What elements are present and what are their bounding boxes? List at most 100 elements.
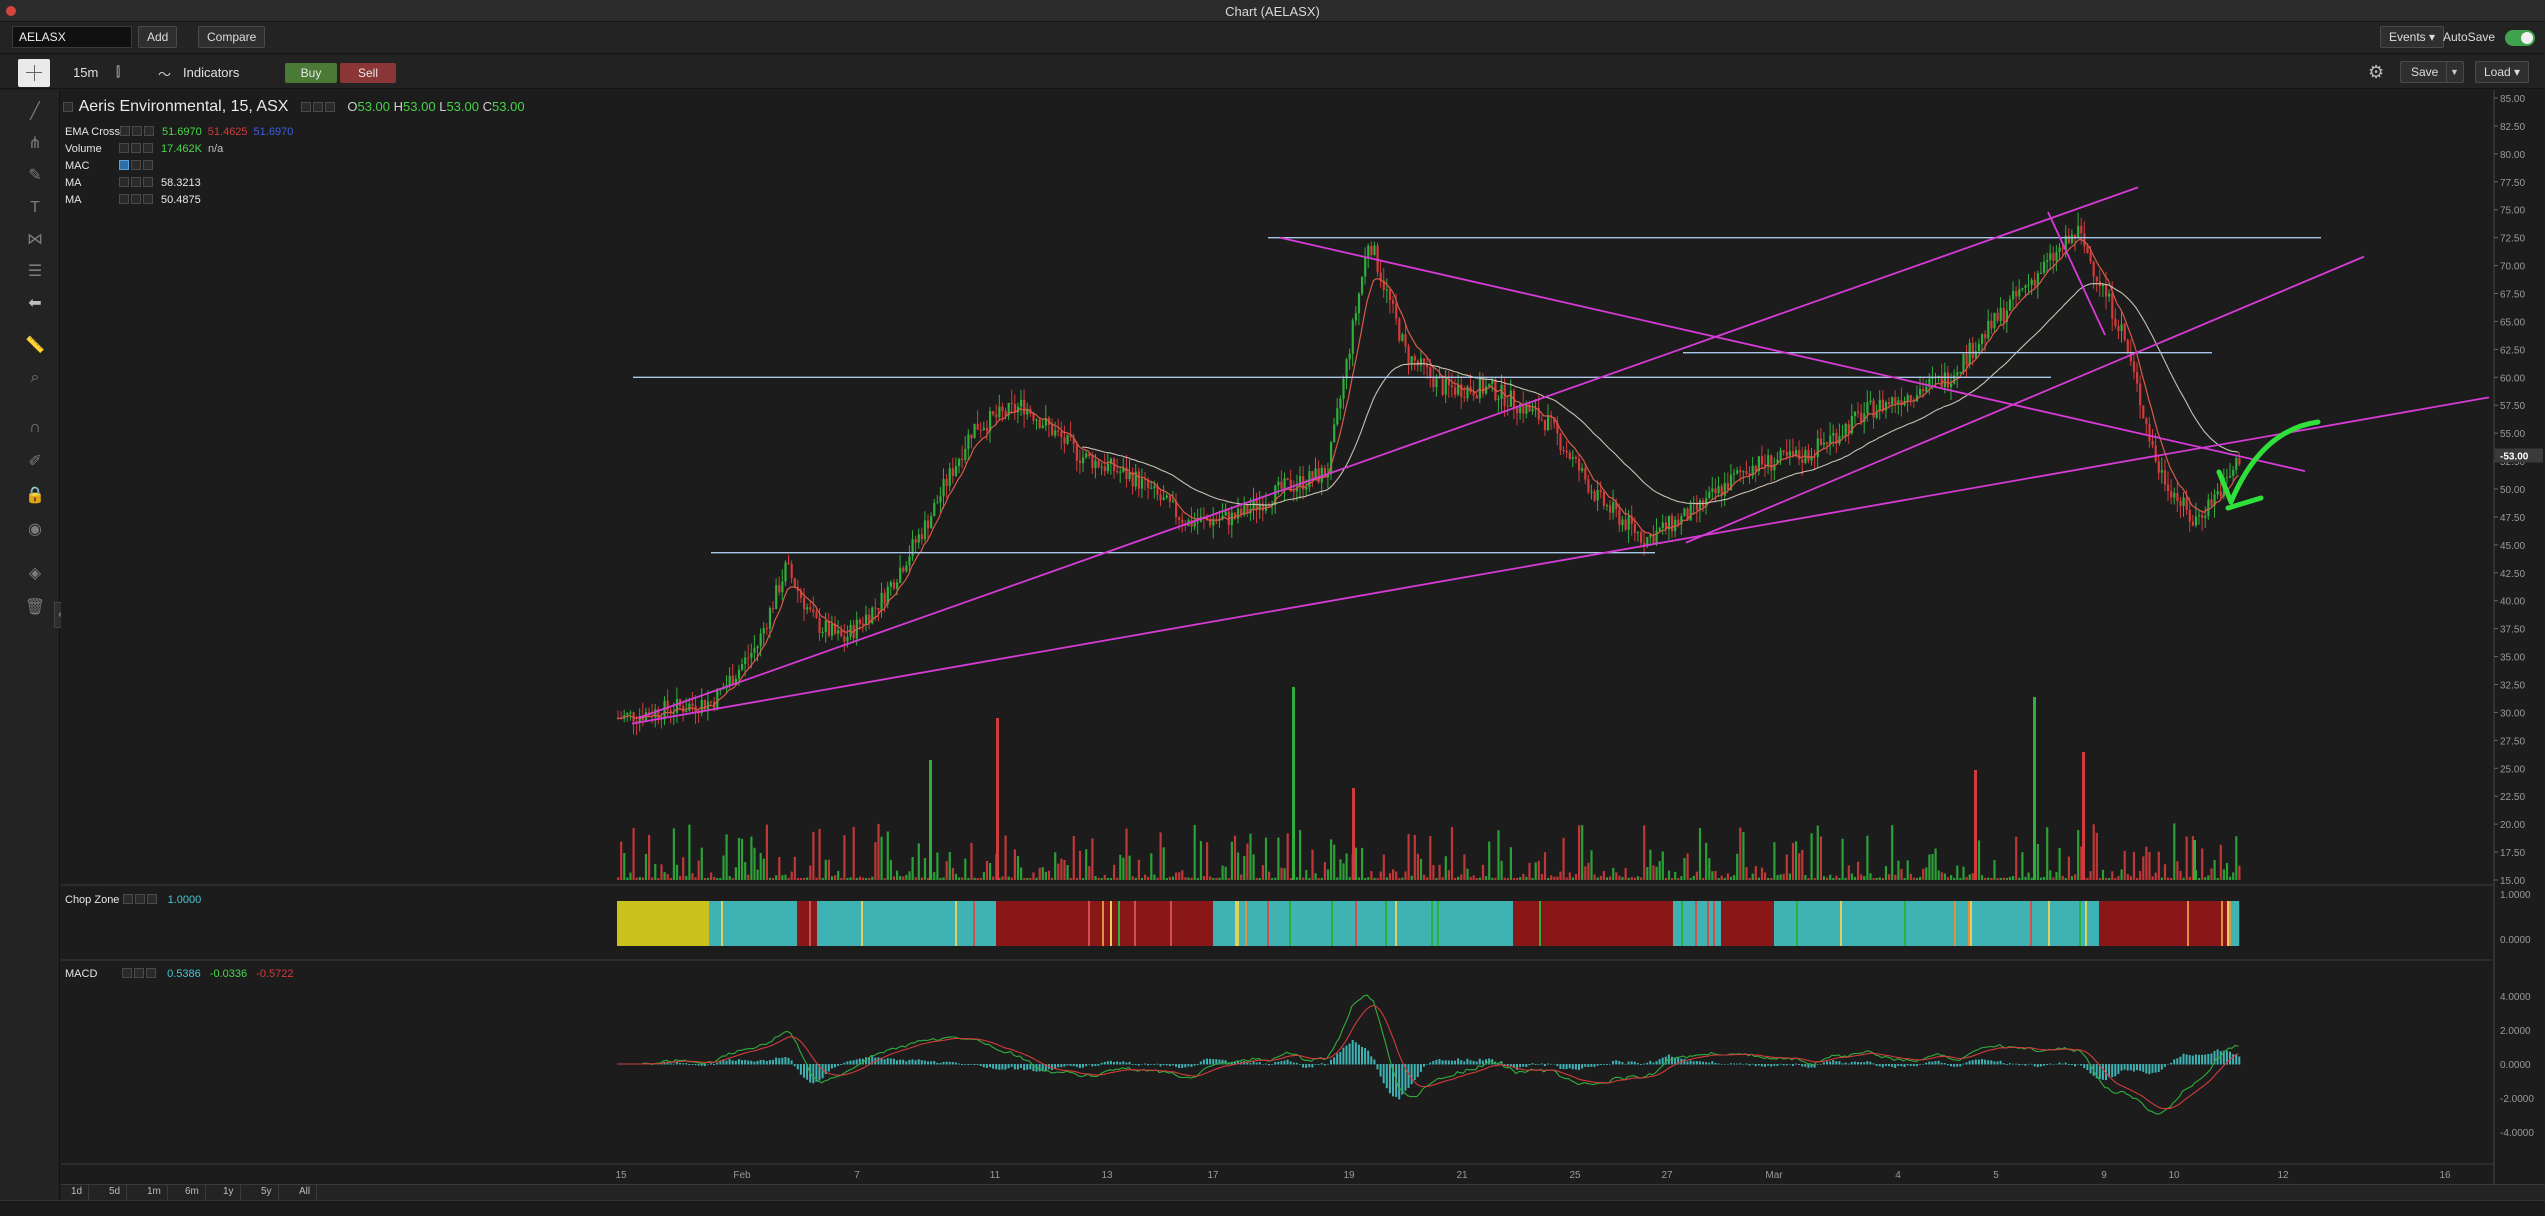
range-5d-button[interactable]: 5d <box>103 1185 128 1200</box>
zoom-tool-icon[interactable]: ⌕ <box>22 366 48 390</box>
save-options-dropdown[interactable]: ▼ <box>2446 61 2464 83</box>
autosave-toggle[interactable] <box>2505 30 2535 46</box>
chop-zone-bar <box>761 901 764 946</box>
stay-in-drawing-mode-icon[interactable]: ✐ <box>22 450 48 474</box>
indicators-button[interactable]: Indicators <box>183 65 239 80</box>
chop-zone-bar <box>2211 901 2214 946</box>
lock-icon[interactable]: 🔒 <box>22 484 48 508</box>
indicator-control-button[interactable] <box>143 143 153 153</box>
chop-zone-bar <box>655 901 658 946</box>
chop-zone-bar <box>879 901 882 946</box>
indicator-control-button[interactable] <box>119 194 129 204</box>
add-button[interactable]: Add <box>138 26 178 48</box>
candle-body <box>1193 522 1196 527</box>
range-1m-button[interactable]: 1m <box>141 1185 168 1200</box>
chop-zone-bar <box>2109 901 2112 946</box>
macd-histogram-bar <box>886 1058 889 1065</box>
pattern-tool-icon[interactable]: ⋈ <box>22 228 48 252</box>
macd-histogram-bar <box>812 1064 815 1084</box>
chop-zone-bar <box>777 901 780 946</box>
chart-area[interactable]: 85.00 82.50 80.00 77.50 75.00 72.50 70.00 67.50… <box>61 90 2545 1200</box>
volume-bar <box>1869 873 1872 880</box>
chop-zone-bar <box>2077 901 2080 946</box>
volume-bar <box>1946 877 1950 880</box>
candle-body <box>2191 521 2194 526</box>
chop-zone-settings-button[interactable] <box>134 894 145 904</box>
range-1d-button[interactable]: 1d <box>65 1185 90 1200</box>
candle-body <box>1658 528 1661 531</box>
symbol-input[interactable] <box>12 26 132 48</box>
price-chart-svg[interactable]: 85.0082.5080.0077.5075.0072.5070.0067.50… <box>61 90 2545 1184</box>
chop-zone-remove-button[interactable] <box>146 894 157 904</box>
macd-histogram-bar <box>945 1061 948 1065</box>
range-1y-button[interactable]: 1y <box>217 1185 241 1200</box>
macd-histogram-bar <box>1295 1062 1298 1065</box>
pitchfork-tool-icon[interactable]: ⋔ <box>22 132 48 156</box>
macd-histogram-bar <box>741 1060 743 1065</box>
indicator-control-button[interactable] <box>120 126 131 136</box>
macd-histogram-bar <box>1082 1064 1084 1068</box>
legend-settings-button[interactable] <box>312 102 323 112</box>
indicator-control-button[interactable] <box>131 177 141 187</box>
candlestick-type-icon[interactable]: ⫿ <box>116 64 120 80</box>
trash-icon[interactable]: 🗑 <box>22 596 48 620</box>
text-tool-icon[interactable]: T <box>22 196 48 220</box>
gear-icon[interactable]: ⚙ <box>2368 62 2384 83</box>
buy-button[interactable]: Buy <box>285 63 337 83</box>
indicators-icon[interactable]: 〜 <box>158 64 171 83</box>
load-button[interactable]: Load ▾ <box>2475 61 2530 83</box>
indicator-control-button[interactable] <box>132 126 143 136</box>
magnet-icon[interactable]: ∩ <box>22 416 48 440</box>
brush-tool-icon[interactable]: ✎ <box>22 164 48 188</box>
sell-button[interactable]: Sell <box>340 63 396 83</box>
timeframe-selector[interactable]: 15m <box>73 65 98 80</box>
indicator-control-button[interactable] <box>144 126 155 136</box>
indicator-control-button[interactable] <box>119 160 129 170</box>
candle-body <box>2021 287 2024 290</box>
chop-zone-bar <box>2219 901 2222 946</box>
range-6m-button[interactable]: 6m <box>179 1185 206 1200</box>
chop-zone-bar <box>1088 901 1091 946</box>
collapse-legend-icon[interactable] <box>63 102 73 112</box>
legend-visibility-button[interactable] <box>300 102 311 112</box>
macd-settings-button[interactable] <box>134 968 145 978</box>
range-5y-button[interactable]: 5y <box>255 1185 279 1200</box>
chop-zone-visibility-button[interactable] <box>122 894 133 904</box>
chop-zone-bar <box>1958 901 1961 946</box>
legend-remove-button[interactable] <box>324 102 335 112</box>
save-button[interactable]: Save <box>2400 61 2450 83</box>
trend-line-tool-icon[interactable]: ╱ <box>22 100 48 124</box>
volume-bar <box>1965 876 1968 880</box>
fibonacci-tool-icon[interactable]: ☰ <box>22 260 48 284</box>
instrument-title: Aeris Environmental, 15, ASX <box>78 98 289 115</box>
chop-zone-bar <box>1812 901 1815 946</box>
chop-zone-bar <box>1084 901 1087 946</box>
indicator-control-button[interactable] <box>143 160 153 170</box>
indicator-control-button[interactable] <box>131 160 141 170</box>
range-all-button[interactable]: All <box>293 1185 318 1200</box>
macd-remove-button[interactable] <box>146 968 157 978</box>
indicator-control-button[interactable] <box>131 143 141 153</box>
eye-icon[interactable]: ◉ <box>22 518 48 542</box>
ruler-tool-icon[interactable]: 📏 <box>22 334 48 358</box>
macd-histogram-bar <box>1413 1064 1416 1081</box>
macd-visibility-button[interactable] <box>122 968 133 978</box>
indicator-control-button[interactable] <box>119 177 129 187</box>
indicator-control-button[interactable] <box>143 177 153 187</box>
crosshair-cursor-button[interactable] <box>18 59 50 87</box>
back-arrow-icon[interactable]: ⬅ <box>22 292 48 316</box>
candle-body <box>1987 320 1990 339</box>
macd-histogram-bar <box>710 1063 712 1065</box>
chop-zone-bar <box>1010 901 1013 946</box>
chop-zone-bar <box>1325 901 1328 946</box>
chop-zone-bar <box>1483 901 1486 946</box>
events-dropdown[interactable]: Events ▾ <box>2380 26 2445 48</box>
macd-histogram-bar <box>1385 1064 1388 1089</box>
layers-icon[interactable]: ◈ <box>22 562 48 586</box>
compare-button[interactable]: Compare <box>198 26 266 48</box>
indicator-control-button[interactable] <box>119 143 129 153</box>
volume-bar <box>784 874 787 880</box>
volume-bar <box>1720 875 1723 880</box>
indicator-control-button[interactable] <box>143 194 153 204</box>
indicator-control-button[interactable] <box>131 194 141 204</box>
